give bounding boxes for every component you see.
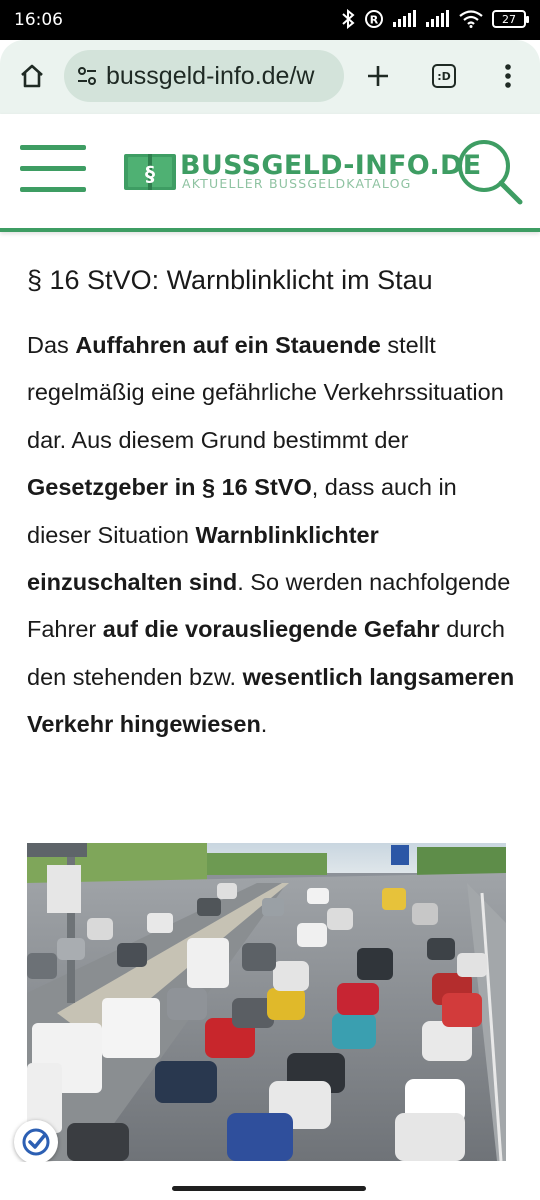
wifi-icon	[459, 10, 483, 28]
more-icon	[505, 64, 511, 88]
battery-level: 27	[502, 12, 516, 26]
tab-switcher-icon: :D	[432, 64, 456, 88]
article-paragraph: Das Auffahren auf ein Stauende stellt re…	[27, 322, 517, 749]
home-button[interactable]	[12, 56, 52, 96]
menu-line	[20, 187, 86, 192]
tab-count: :D	[437, 69, 451, 83]
signal-icon	[426, 10, 449, 27]
paragraph-text: Das	[27, 332, 76, 358]
more-menu-button[interactable]	[488, 56, 528, 96]
svg-text:R: R	[370, 14, 379, 27]
battery-icon: 27	[492, 10, 529, 28]
menu-button[interactable]	[20, 145, 86, 193]
logo-subtitle: AKTUELLER BUSSGELDKATALOG	[182, 176, 412, 191]
paragraph-bold-text: Gesetzgeber in § 16 StVO	[27, 474, 312, 501]
status-time: 16:06	[14, 10, 63, 30]
article-title: § 16 StVO: Warnblinklicht im Stau	[27, 265, 433, 295]
new-tab-icon	[368, 66, 388, 86]
status-bar: 16:06 R 27	[0, 0, 540, 40]
url-text[interactable]: bussgeld-info.de/w	[106, 62, 314, 91]
traffic-jam-photo	[27, 843, 506, 1161]
logo-symbol: §	[145, 162, 155, 186]
bluetooth-icon	[342, 9, 355, 29]
address-bar[interactable]: bussgeld-info.de/w	[64, 50, 344, 102]
paragraph-text: .	[260, 711, 268, 738]
paragraph-bold-text: auf die vorausliegende Gefahr	[102, 616, 440, 643]
verified-badge[interactable]	[14, 1120, 58, 1164]
checkmark-shield-icon	[22, 1128, 50, 1156]
home-gesture-bar[interactable]	[172, 1186, 366, 1191]
traffic-jam-image	[27, 843, 506, 1161]
paragraph-bold-text: Auffahren auf ein Stauende	[75, 332, 381, 358]
registered-icon: R	[365, 10, 383, 28]
system-nav-bar	[0, 1162, 540, 1200]
browser-toolbar: bussgeld-info.de/w :D	[0, 40, 540, 114]
site-settings-icon[interactable]	[76, 65, 98, 87]
new-tab-button[interactable]	[358, 56, 398, 96]
tab-switcher-button[interactable]: :D	[424, 56, 464, 96]
status-icons: R 27	[341, 9, 529, 29]
menu-line	[20, 145, 86, 150]
menu-line	[20, 166, 86, 171]
signal-icon	[393, 10, 416, 27]
search-icon[interactable]	[456, 138, 524, 206]
law-book-icon: §	[124, 154, 176, 190]
article: § 16 StVO: Warnblinklicht im Stau Das Au…	[27, 256, 517, 749]
home-icon	[21, 64, 43, 88]
